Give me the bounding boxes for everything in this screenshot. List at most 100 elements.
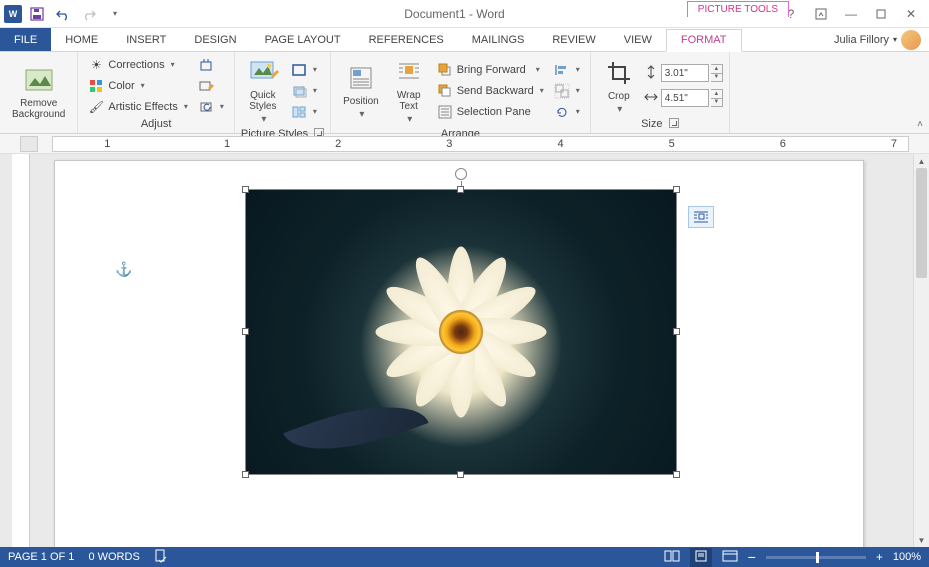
height-icon xyxy=(643,64,659,83)
minimize-button[interactable]: — xyxy=(839,3,863,25)
horizontal-ruler[interactable]: 11234567 xyxy=(52,136,909,152)
tab-mailings[interactable]: MAILINGS xyxy=(458,28,539,51)
print-layout-button[interactable] xyxy=(690,548,712,567)
compress-pictures-button[interactable] xyxy=(194,55,228,75)
crop-button[interactable]: Crop▾ xyxy=(597,55,641,117)
change-picture-icon xyxy=(198,78,214,94)
document-area[interactable]: ⚓ xyxy=(0,154,913,547)
resize-handle-tl[interactable] xyxy=(242,186,249,193)
shape-height-input[interactable] xyxy=(661,64,709,82)
close-button[interactable]: ✕ xyxy=(899,3,923,25)
undo-button[interactable] xyxy=(52,3,74,25)
zoom-in-button[interactable]: + xyxy=(876,550,883,564)
resize-handle-tr[interactable] xyxy=(673,186,680,193)
word-app-icon[interactable]: W xyxy=(4,5,22,23)
ribbon: Remove Background ☀Corrections▾ Color▾ 🖌… xyxy=(0,52,929,134)
zoom-out-button[interactable]: − xyxy=(748,549,756,565)
vertical-ruler[interactable] xyxy=(12,154,30,547)
reset-icon xyxy=(198,99,214,115)
reset-picture-button[interactable]: ▾ xyxy=(194,97,228,117)
bring-forward-button[interactable]: Bring Forward▾ xyxy=(433,60,548,80)
ruler-corner[interactable] xyxy=(20,136,38,152)
crop-icon xyxy=(603,57,635,89)
vertical-scrollbar[interactable]: ▲ ▼ xyxy=(913,154,929,547)
shape-width-input[interactable] xyxy=(661,89,709,107)
picture-styles-icon xyxy=(247,56,279,88)
inserted-picture[interactable] xyxy=(245,189,677,475)
tab-insert[interactable]: INSERT xyxy=(112,28,180,51)
rotate-handle[interactable] xyxy=(455,168,467,180)
tab-file[interactable]: FILE xyxy=(0,28,51,51)
redo-button[interactable] xyxy=(78,3,100,25)
wrap-text-icon xyxy=(393,56,425,88)
tab-home[interactable]: HOME xyxy=(51,28,112,51)
flower-image xyxy=(246,190,676,474)
tab-page-layout[interactable]: PAGE LAYOUT xyxy=(251,28,355,51)
scroll-up-button[interactable]: ▲ xyxy=(914,154,929,168)
brightness-icon: ☀ xyxy=(88,57,104,73)
ruler-row: 11234567 xyxy=(0,134,929,154)
tab-view[interactable]: VIEW xyxy=(610,28,666,51)
tab-format[interactable]: FORMAT xyxy=(666,29,742,52)
group-icon xyxy=(554,83,570,99)
scroll-down-button[interactable]: ▼ xyxy=(914,533,929,547)
width-icon xyxy=(643,89,659,108)
send-backward-icon xyxy=(437,83,453,99)
resize-handle-l[interactable] xyxy=(242,328,249,335)
color-button[interactable]: Color▾ xyxy=(84,76,192,96)
rotate-button[interactable]: ▾ xyxy=(550,102,584,122)
zoom-level[interactable]: 100% xyxy=(893,551,921,563)
change-picture-button[interactable] xyxy=(194,76,228,96)
document-page[interactable]: ⚓ xyxy=(54,160,864,547)
resize-handle-b[interactable] xyxy=(457,471,464,478)
layout-icon xyxy=(291,104,307,120)
selection-pane-icon xyxy=(437,104,453,120)
web-layout-button[interactable] xyxy=(722,550,738,565)
remove-background-button[interactable]: Remove Background xyxy=(6,62,71,122)
size-launcher[interactable] xyxy=(669,118,679,128)
paintbrush-icon: 🖌 xyxy=(88,99,104,115)
compress-icon xyxy=(198,57,214,73)
effects-icon xyxy=(291,83,307,99)
send-backward-button[interactable]: Send Backward▾ xyxy=(433,81,548,101)
resize-handle-r[interactable] xyxy=(673,328,680,335)
picture-border-button[interactable]: ▾ xyxy=(287,60,321,80)
collapse-ribbon-button[interactable]: ˄ xyxy=(917,119,923,130)
group-button[interactable]: ▾ xyxy=(550,81,584,101)
status-bar: PAGE 1 OF 1 0 WORDS − + 100% xyxy=(0,547,929,567)
tab-design[interactable]: DESIGN xyxy=(180,28,250,51)
resize-handle-bl[interactable] xyxy=(242,471,249,478)
zoom-slider[interactable] xyxy=(766,556,866,559)
resize-handle-t[interactable] xyxy=(457,186,464,193)
qat-customize-button[interactable]: ▾ xyxy=(104,3,126,25)
picture-layout-button[interactable]: ▾ xyxy=(287,102,321,122)
proofing-icon[interactable] xyxy=(154,549,168,566)
tab-references[interactable]: REFERENCES xyxy=(355,28,458,51)
align-icon xyxy=(554,62,570,78)
remove-background-icon xyxy=(23,64,55,96)
word-count[interactable]: 0 WORDS xyxy=(88,551,139,563)
corrections-button[interactable]: ☀Corrections▾ xyxy=(84,55,192,75)
position-button[interactable]: Position▾ xyxy=(337,60,385,122)
wrap-text-button[interactable]: Wrap Text▾ xyxy=(387,54,431,127)
scroll-thumb[interactable] xyxy=(916,168,927,278)
bring-forward-icon xyxy=(437,62,453,78)
picture-effects-button[interactable]: ▾ xyxy=(287,81,321,101)
maximize-button[interactable] xyxy=(869,3,893,25)
save-button[interactable] xyxy=(26,3,48,25)
layout-options-button[interactable] xyxy=(688,206,714,228)
artistic-effects-button[interactable]: 🖌Artistic Effects▾ xyxy=(84,97,192,117)
resize-handle-br[interactable] xyxy=(673,471,680,478)
selection-pane-button[interactable]: Selection Pane xyxy=(433,102,548,122)
ribbon-display-button[interactable] xyxy=(809,3,833,25)
border-icon xyxy=(291,62,307,78)
tab-review[interactable]: REVIEW xyxy=(538,28,609,51)
anchor-icon: ⚓ xyxy=(115,261,132,278)
page-indicator[interactable]: PAGE 1 OF 1 xyxy=(8,551,74,563)
read-mode-button[interactable] xyxy=(664,550,680,565)
account-user[interactable]: Julia Fillory ▾ xyxy=(834,28,929,51)
quick-styles-button[interactable]: Quick Styles▾ xyxy=(241,54,285,127)
height-spinner[interactable]: ▲▼ xyxy=(711,64,723,82)
align-button[interactable]: ▾ xyxy=(550,60,584,80)
width-spinner[interactable]: ▲▼ xyxy=(711,89,723,107)
